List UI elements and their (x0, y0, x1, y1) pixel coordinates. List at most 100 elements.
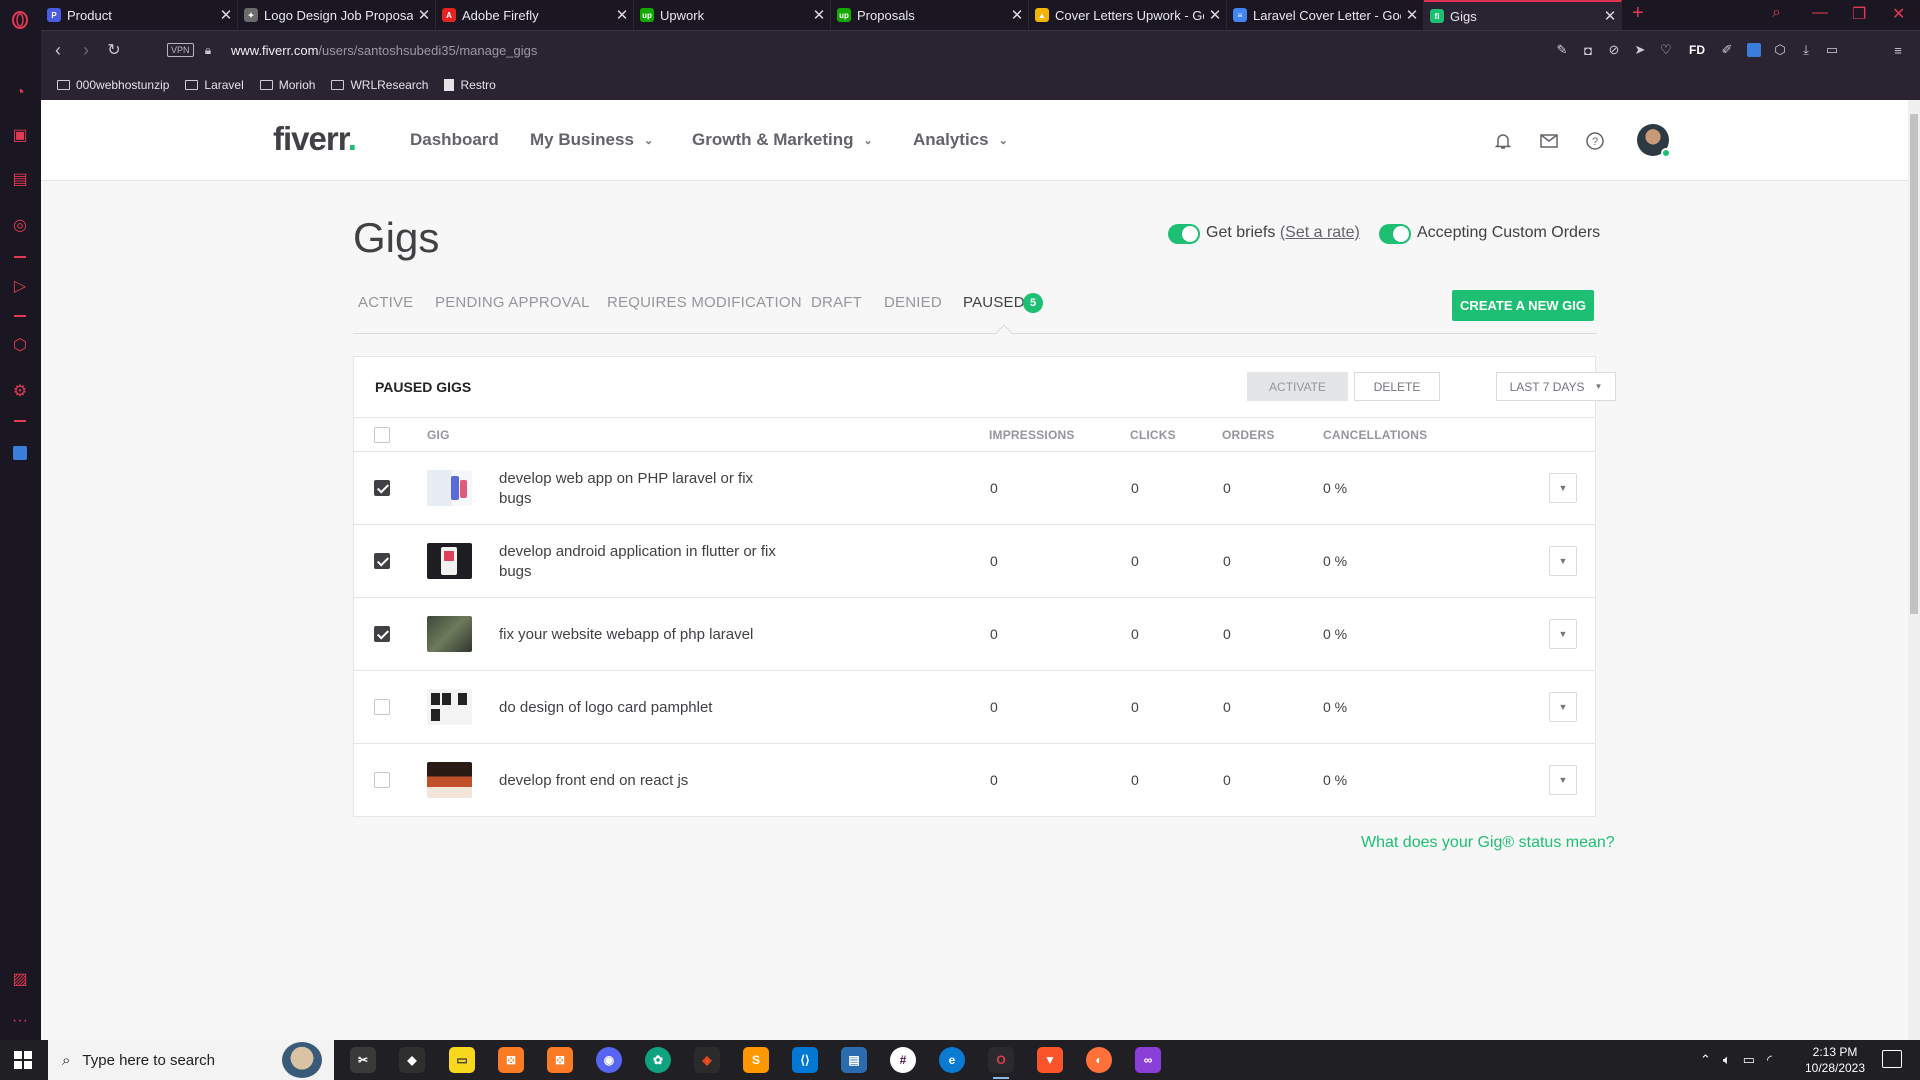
row-actions-dropdown[interactable]: ▼ (1549, 765, 1577, 795)
browser-tab[interactable]: fi Gigs ✕ (1424, 0, 1622, 30)
row-actions-dropdown[interactable]: ▼ (1549, 692, 1577, 722)
tab-requires-modification[interactable]: REQUIRES MODIFICATION (607, 294, 802, 311)
row-actions-dropdown[interactable]: ▼ (1549, 546, 1577, 576)
xampp-icon[interactable]: ⊠ (498, 1047, 524, 1073)
speed-dial-icon[interactable]: ◔ (9, 82, 31, 104)
gig-thumbnail[interactable] (427, 616, 472, 652)
row-checkbox[interactable] (374, 699, 390, 715)
back-icon[interactable]: ‹ (47, 39, 69, 61)
fd-extension-icon[interactable]: FD (1688, 41, 1706, 59)
gig-title-link[interactable]: fix your website webapp of php laravel (499, 598, 789, 671)
brave-icon[interactable]: ▼ (1037, 1047, 1063, 1073)
nav-growth-marketing[interactable]: Growth & Marketing ⌄ (692, 130, 873, 150)
browser-tab[interactable]: up Upwork ✕ (634, 0, 831, 30)
custom-orders-toggle[interactable] (1379, 224, 1411, 244)
close-tab-icon[interactable]: ✕ (215, 6, 237, 24)
taskbar-search[interactable]: ⌕ Type here to search (48, 1040, 334, 1080)
opera-taskbar-icon[interactable]: O (988, 1047, 1014, 1079)
send-icon[interactable]: ➤ (1631, 41, 1649, 59)
search-tabs-icon[interactable]: ⌕ (1772, 4, 1781, 22)
url-field[interactable]: www.fiverr.com/users/santoshsubedi35/man… (231, 43, 537, 58)
help-icon[interactable]: ? (1584, 130, 1606, 152)
volume-icon[interactable]: 🔈︎ (1723, 1052, 1731, 1068)
instagram-icon[interactable]: ◎ (9, 214, 31, 236)
bookmark-morioh[interactable]: Morioh (259, 78, 315, 92)
close-tab-icon[interactable]: ✕ (808, 6, 830, 24)
snipping-tool-icon[interactable]: ✂ (350, 1047, 376, 1073)
fiverr-logo[interactable]: fiverr. (273, 120, 357, 158)
windows-start-icon[interactable] (14, 1051, 32, 1069)
nav-my-business[interactable]: My Business ⌄ (530, 130, 653, 150)
opera-logo-icon[interactable] (9, 9, 31, 31)
nav-analytics[interactable]: Analytics ⌄ (913, 130, 1008, 150)
gig-status-help-link[interactable]: What does your Gig® status mean? (1361, 834, 1615, 852)
row-checkbox[interactable] (374, 772, 390, 788)
lock-icon[interactable]: 🔒︎ (197, 39, 219, 61)
gig-title-link[interactable]: develop web app on PHP laravel or fix bu… (499, 452, 789, 525)
extension-icon[interactable] (1745, 41, 1763, 59)
activate-button[interactable]: ACTIVATE (1247, 372, 1348, 401)
chatgpt-icon[interactable]: ✿ (645, 1047, 671, 1073)
row-actions-dropdown[interactable]: ▼ (1549, 619, 1577, 649)
forward-icon[interactable]: › (75, 39, 97, 61)
row-checkbox[interactable] (374, 626, 390, 642)
minimize-icon[interactable]: — (1812, 4, 1828, 22)
gig-thumbnail[interactable] (427, 470, 472, 506)
bookmark-restro[interactable]: Restro (444, 78, 496, 92)
tab-paused[interactable]: PAUSED (963, 294, 1025, 311)
gig-title-link[interactable]: develop front end on react js (499, 744, 789, 817)
gig-thumbnail[interactable] (427, 689, 472, 725)
row-checkbox[interactable] (374, 553, 390, 569)
adblock-icon[interactable]: ⊘ (1605, 41, 1623, 59)
more-icon[interactable]: ··· (9, 1010, 31, 1032)
edit-icon[interactable]: ✎ (1553, 41, 1571, 59)
bookmark-wrlresearch[interactable]: WRLResearch (331, 78, 428, 92)
row-actions-dropdown[interactable]: ▼ (1549, 473, 1577, 503)
settings-icon[interactable]: ⚙ (9, 380, 31, 402)
heart-icon[interactable]: ♡ (1657, 41, 1675, 59)
xampp-control-icon[interactable]: ⊠ (547, 1047, 573, 1073)
file-explorer-icon[interactable]: ▤ (841, 1047, 867, 1073)
discord-icon[interactable]: ◉ (596, 1047, 622, 1073)
notifications-icon[interactable] (1882, 1050, 1902, 1068)
tab-draft[interactable]: DRAFT (811, 294, 862, 311)
gig-title-link[interactable]: develop android application in flutter o… (499, 525, 789, 598)
create-gig-button[interactable]: CREATE A NEW GIG (1452, 290, 1594, 321)
bookmark-laravel[interactable]: Laravel (185, 78, 244, 92)
nav-dashboard[interactable]: Dashboard (410, 130, 499, 150)
close-tab-icon[interactable]: ✕ (413, 6, 435, 24)
menu-icon[interactable]: ≡ (1889, 41, 1907, 59)
slack-icon[interactable]: # (890, 1047, 916, 1073)
vpn-badge[interactable]: VPN (167, 43, 194, 57)
translate-app-icon[interactable] (9, 442, 31, 464)
delete-button[interactable]: DELETE (1354, 372, 1440, 401)
download-icon[interactable]: ⤓ (1797, 41, 1815, 59)
player-icon[interactable]: ▷ (9, 275, 31, 297)
sublime-text-icon[interactable]: S (743, 1047, 769, 1073)
figma-icon[interactable]: ◈ (694, 1047, 720, 1073)
wifi-icon[interactable]: ◜ (1767, 1052, 1772, 1068)
tab-pending-approval[interactable]: PENDING APPROVAL (435, 294, 590, 311)
battery-tray-icon[interactable]: ▭ (1743, 1052, 1755, 1068)
scroll-thumb[interactable] (1910, 114, 1918, 614)
chevron-up-icon[interactable]: ⌃ (1700, 1052, 1711, 1068)
new-tab-icon[interactable]: + (1632, 2, 1644, 25)
restore-icon[interactable]: ❐ (1852, 4, 1866, 24)
page-scrollbar[interactable] (1908, 100, 1920, 1040)
close-tab-icon[interactable]: ✕ (1006, 6, 1028, 24)
cube-extension-icon[interactable]: ⬡ (1771, 41, 1789, 59)
cube-icon[interactable]: ⬡ (9, 334, 31, 356)
browser-tab[interactable]: P Product ✕ (41, 0, 238, 30)
edge-icon[interactable]: e (939, 1047, 965, 1073)
select-all-checkbox[interactable] (374, 427, 390, 443)
app-icon[interactable]: ∞ (1135, 1047, 1161, 1073)
tab-active[interactable]: ACTIVE (358, 294, 413, 311)
twitch-icon[interactable]: ▤ (9, 168, 31, 190)
close-tab-icon[interactable]: ✕ (1401, 6, 1423, 24)
browser-tab[interactable]: up Proposals ✕ (831, 0, 1029, 30)
taskbar-clock[interactable]: 2:13 PM 10/28/2023 (1802, 1044, 1868, 1076)
browser-tab[interactable]: ≡ Laravel Cover Letter - Goog ✕ (1227, 0, 1424, 30)
vscode-icon[interactable]: ⟨⟩ (792, 1047, 818, 1073)
firefox-icon[interactable]: ◐ (1086, 1047, 1112, 1073)
get-briefs-toggle[interactable] (1168, 224, 1200, 244)
